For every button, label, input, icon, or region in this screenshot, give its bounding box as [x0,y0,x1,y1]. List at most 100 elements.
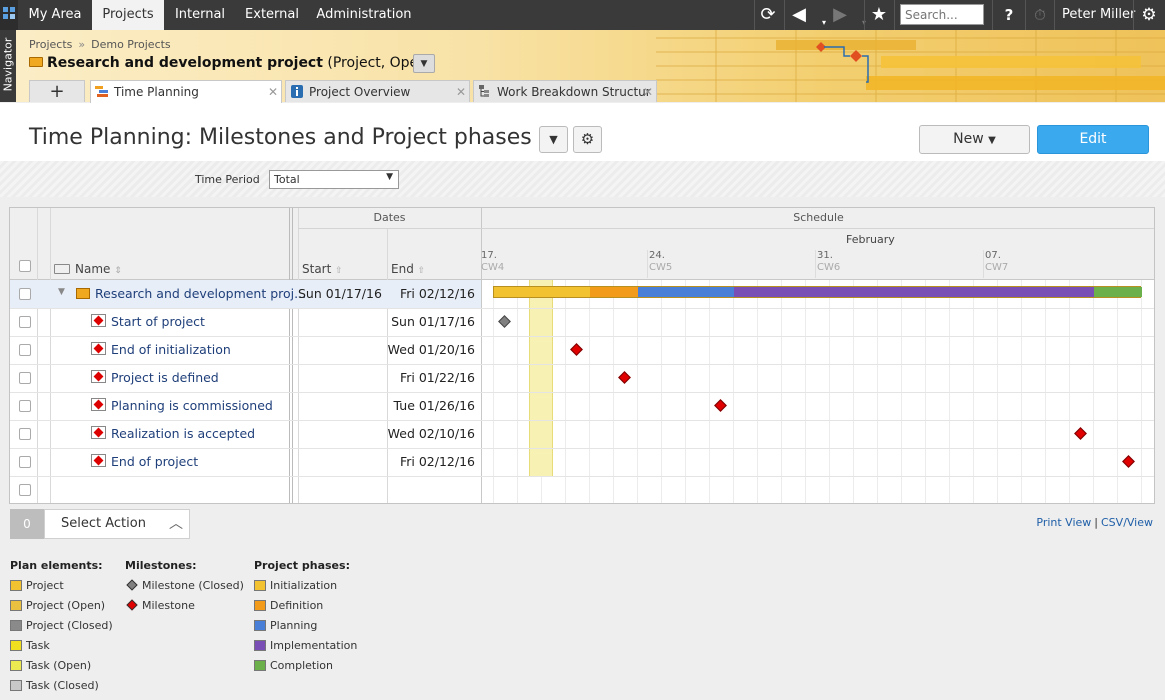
end-column-header[interactable]: End ⇧ [391,262,425,276]
row-checkbox[interactable] [19,428,31,440]
calendar-week-label: CW5 [649,262,673,273]
app-logo-icon[interactable] [0,0,18,30]
milestone-name[interactable]: Planning is commissioned [111,398,273,413]
tab-label: Project Overview [309,85,411,99]
time-period-select[interactable]: Total ▼ [269,170,399,189]
new-button[interactable]: New ▼ [919,125,1030,154]
milestone-icon [91,454,106,467]
month-label: February [846,233,895,246]
legend-color-swatch [10,640,22,651]
milestone-icon [91,342,106,355]
nav-tab-administration[interactable]: Administration [308,0,420,30]
phase-bar-segment[interactable] [638,287,734,297]
breadcrumb-demo-projects-link[interactable]: Demo Projects [91,38,171,51]
info-icon [291,85,303,98]
nav-tab-my-area[interactable]: My Area [18,0,92,30]
week-day-label: 17. [481,250,497,261]
legend-item-label: Task (Open) [26,659,92,672]
milestone-name[interactable]: End of initialization [111,342,231,357]
help-icon[interactable]: ? [997,3,1021,27]
milestone-icon [91,370,106,383]
time-period-label: Time Period [195,173,260,186]
tab-time-planning[interactable]: Time Planning ✕ [90,80,282,103]
collapse-triangle-icon[interactable]: ▼ [58,287,65,297]
project-menu-dropdown[interactable]: ▼ [413,54,435,73]
close-tab-icon[interactable]: ✕ [456,81,466,102]
time-period-value: Total [274,173,300,186]
forward-arrow-icon[interactable]: ▶ [828,3,852,27]
user-name[interactable]: Peter Miller [1062,0,1135,30]
row-checkbox[interactable] [19,400,31,412]
row-checkbox[interactable] [19,484,31,496]
project-row-end: Fri 02/12/16 [399,286,475,301]
favorites-star-icon[interactable]: ★ [867,3,891,27]
add-tab-button[interactable]: + [29,80,85,102]
legend-color-swatch [254,660,266,671]
csv-view-link[interactable]: CSV/View [1101,516,1153,529]
select-all-checkbox[interactable] [19,260,31,272]
print-view-link[interactable]: Print View [1036,516,1091,529]
phase-bar-segment[interactable] [1094,287,1142,297]
nav-tab-projects[interactable]: Projects [92,0,164,30]
timer-stopwatch-icon[interactable]: ⏱ [1028,3,1052,27]
week-label: 17. CW4 [481,250,504,274]
close-tab-icon[interactable]: ✕ [643,81,653,102]
milestone-name[interactable]: End of project [111,454,198,469]
milestone-name[interactable]: Project is defined [111,370,219,385]
phase-bar-segment[interactable] [590,287,638,297]
legend-item-label: Task [26,639,50,652]
milestone-end-date: Wed 01/20/16 [387,342,475,357]
navigator-toggle[interactable]: Navigator [0,30,16,102]
legend-color-swatch [254,600,266,611]
select-action-dropdown[interactable]: Select Action ︿ [44,509,190,539]
legend-item: Task [10,639,50,652]
week-label: 07. CW7 [985,250,1008,274]
breadcrumb-projects-link[interactable]: Projects [29,38,72,51]
legend-item: Project (Closed) [10,619,113,632]
row-checkbox[interactable] [19,344,31,356]
milestone-name[interactable]: Realization is accepted [111,426,255,441]
time-planning-icon [95,86,108,97]
view-options-dropdown[interactable]: ▼ [539,126,568,153]
breadcrumb-separator: » [78,38,86,51]
chevron-up-icon: ︿ [169,516,183,532]
refresh-icon[interactable]: ⟳ [756,3,780,27]
nav-tab-internal[interactable]: Internal [164,0,236,30]
legend-item: Milestone [125,599,195,612]
row-checkbox[interactable] [19,316,31,328]
new-chevron-down-icon: ▼ [988,135,996,146]
sort-icon: ⇕ [114,266,122,276]
close-tab-icon[interactable]: ✕ [268,81,278,103]
legend-item-label: Task (Closed) [26,679,99,692]
edit-button[interactable]: Edit [1037,125,1149,154]
phase-bar-segment[interactable] [494,287,590,297]
row-checkbox[interactable] [19,288,31,300]
tab-project-overview[interactable]: Project Overview ✕ [285,80,470,102]
project-folder-icon [76,288,90,299]
back-arrow-icon[interactable]: ◀ [787,3,811,27]
settings-gear-icon[interactable]: ⚙ [1137,3,1161,27]
time-planning-grid: Dates Schedule Name ⇕ Start ⇧ End ⇧ Febr… [9,207,1155,504]
sort-asc-icon: ⇧ [417,266,426,276]
milestone-name[interactable]: Start of project [111,314,205,329]
links-separator: | [1094,516,1098,529]
name-column-header[interactable]: Name ⇕ [54,262,122,276]
milestone-end-date: Fri 02/12/16 [399,454,475,469]
week-label: 24. CW5 [649,250,672,274]
phase-bar-segment[interactable] [734,287,1094,297]
legend-item-label: Project (Closed) [26,619,113,632]
search-input[interactable] [900,4,984,25]
tab-work-breakdown-structure[interactable]: Work Breakdown Structur ✕ [473,80,657,102]
project-gantt-bar[interactable] [493,286,1142,298]
legend-diamond-swatch [126,579,138,591]
legend-item-label: Milestone (Closed) [142,579,244,592]
week-label: 31. CW6 [817,250,840,274]
legend-item-label: Initialization [270,579,338,592]
start-column-header[interactable]: Start ⇧ [302,262,343,276]
row-checkbox[interactable] [19,372,31,384]
nav-tab-external[interactable]: External [236,0,308,30]
view-settings-gear-icon[interactable]: ⚙ [573,126,602,153]
legend-color-swatch [254,580,266,591]
project-row-name[interactable]: Research and development proj... [95,286,306,301]
row-checkbox[interactable] [19,456,31,468]
